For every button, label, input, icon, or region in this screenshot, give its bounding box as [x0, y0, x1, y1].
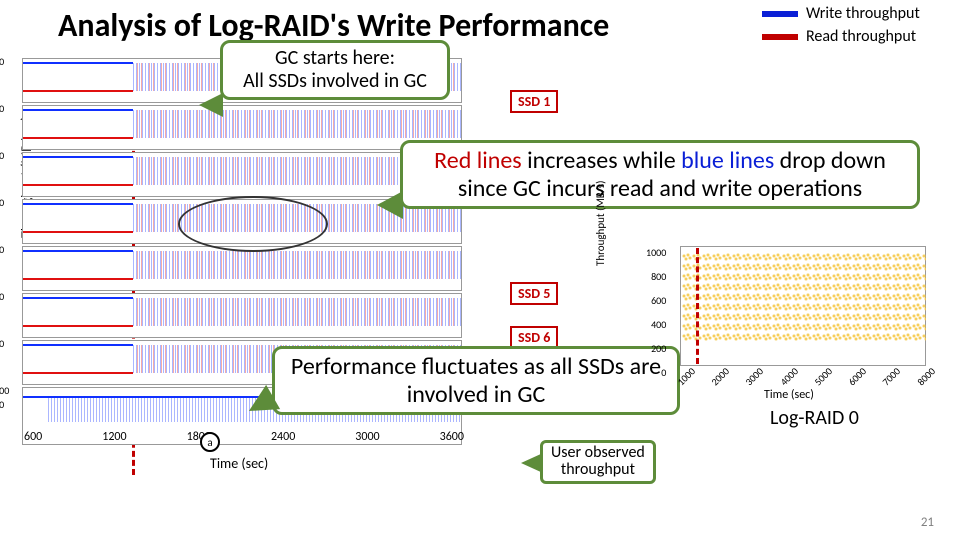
scatter-cloud	[682, 252, 926, 342]
red-blue-callout: Red lines increases while blue lines dro…	[400, 140, 920, 209]
perf-fluctuate-callout: Performance fluctuates as all SSDs are i…	[272, 346, 680, 415]
legend-row-read: Read throughput	[762, 27, 932, 46]
ssd-chart-5: 6000	[22, 246, 462, 291]
ssd-label-1: SSD 1	[510, 90, 558, 113]
right-gc-line	[696, 248, 699, 364]
gc-start-callout: GC starts here: All SSDs involved in GC	[220, 40, 450, 100]
right-y-ticks: 1000 800 600 400 200 0	[646, 246, 666, 390]
legend-swatch-read	[762, 34, 798, 40]
left-x-ticks: 600 1200 1800 2400 3000 3600	[24, 430, 464, 444]
legend-swatch-write	[762, 11, 798, 17]
legend-label-write: Write throughput	[806, 4, 920, 23]
right-x-ticks: 1000 2000 3000 4000 5000 6000 7000 8000	[676, 370, 936, 383]
slide: Analysis of Log-RAID's Write Performance…	[0, 0, 960, 540]
legend: Write throughput Read throughput	[762, 4, 932, 50]
user-observed-callout: User observed throughput	[540, 440, 656, 484]
right-chart: Throughput (MB/s) 1000 800 600 400 200 0…	[636, 246, 928, 400]
ssd-chart-2: 6000	[22, 105, 462, 150]
ssd-label-5: SSD 5	[510, 282, 558, 305]
slide-number: 21	[921, 515, 934, 530]
left-xlabel: Time (sec)	[210, 455, 268, 472]
right-xlabel: Time (sec)	[764, 388, 814, 402]
ssd-chart-6: 6000	[22, 293, 462, 338]
legend-row-write: Write throughput	[762, 4, 932, 23]
pointer-circle-icon: a	[200, 432, 220, 452]
legend-label-read: Read throughput	[806, 27, 916, 46]
highlight-ellipse	[178, 196, 328, 252]
right-caption: Log-RAID 0	[770, 406, 859, 430]
right-ylabel: Throughput (MB/s)	[594, 181, 607, 266]
